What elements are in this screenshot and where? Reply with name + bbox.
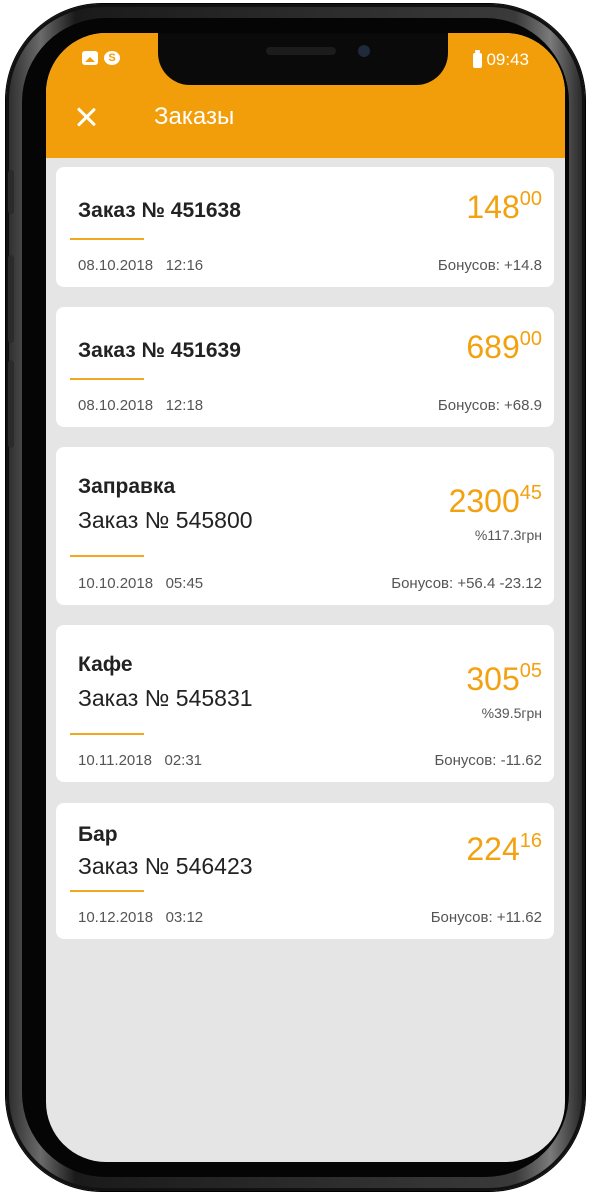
- order-price: 30505: [466, 660, 542, 697]
- order-card[interactable]: Бар Заказ № 546423 22416 10.12.2018 03:1…: [56, 803, 554, 939]
- order-category: Бар: [78, 823, 118, 846]
- order-bonus: Бонусов: +56.4 -23.12: [391, 575, 542, 592]
- order-category: Заправка: [78, 475, 176, 498]
- divider: [70, 890, 144, 892]
- mute-switch: [8, 170, 14, 214]
- order-number: Заказ № 451638: [78, 199, 241, 222]
- order-number: Заказ № 545831: [78, 685, 253, 711]
- status-icons-left: S: [82, 51, 120, 65]
- order-card[interactable]: Заказ № 451638 14800 08.10.2018 12:16 Бо…: [56, 167, 554, 287]
- order-bonus: Бонусов: +11.62: [430, 909, 542, 926]
- status-time: 09:43: [486, 50, 529, 69]
- order-price: 14800: [466, 188, 542, 225]
- speaker: [266, 47, 336, 55]
- order-category: Кафе: [78, 653, 133, 676]
- front-camera: [358, 45, 370, 57]
- order-card[interactable]: Кафе Заказ № 545831 30505 %39.5грн 10.11…: [56, 625, 554, 782]
- order-number: Заказ № 545800: [78, 507, 253, 533]
- order-discount: %39.5грн: [481, 705, 542, 721]
- order-discount: %117.3грн: [474, 527, 542, 543]
- app-header: S 09:43 Заказы: [46, 33, 565, 158]
- order-card[interactable]: Заправка Заказ № 545800 230045 %117.3грн…: [56, 447, 554, 605]
- order-date: 10.10.2018 05:45: [78, 575, 204, 592]
- gallery-icon: [82, 51, 98, 65]
- order-bonus: Бонусов: -11.62: [434, 752, 542, 769]
- divider: [70, 555, 144, 557]
- order-card[interactable]: Заказ № 451639 68900 08.10.2018 12:18 Бо…: [56, 307, 554, 427]
- order-price: 230045: [448, 482, 542, 519]
- volume-down-button: [8, 360, 14, 448]
- order-number: Заказ № 546423: [78, 853, 253, 879]
- screen: S 09:43 Заказы Заказ № 451638 14800 08.1…: [46, 33, 565, 1162]
- order-date: 10.11.2018 02:31: [78, 752, 203, 769]
- volume-up-button: [8, 255, 14, 343]
- status-icons-right: 09:43: [473, 49, 529, 70]
- notch: [158, 33, 448, 85]
- divider: [70, 733, 144, 735]
- order-date: 08.10.2018 12:18: [78, 397, 204, 414]
- divider: [70, 378, 144, 380]
- divider: [70, 238, 144, 240]
- order-price: 68900: [466, 328, 542, 365]
- order-date: 08.10.2018 12:16: [78, 257, 204, 274]
- close-icon[interactable]: [74, 105, 98, 129]
- skype-icon: S: [104, 51, 120, 65]
- order-price: 22416: [466, 830, 542, 867]
- order-date: 10.12.2018 03:12: [78, 909, 204, 926]
- battery-icon: [473, 49, 483, 68]
- order-number: Заказ № 451639: [78, 339, 241, 362]
- page-title: Заказы: [154, 103, 235, 130]
- order-bonus: Бонусов: +68.9: [437, 397, 542, 414]
- order-bonus: Бонусов: +14.8: [437, 257, 542, 274]
